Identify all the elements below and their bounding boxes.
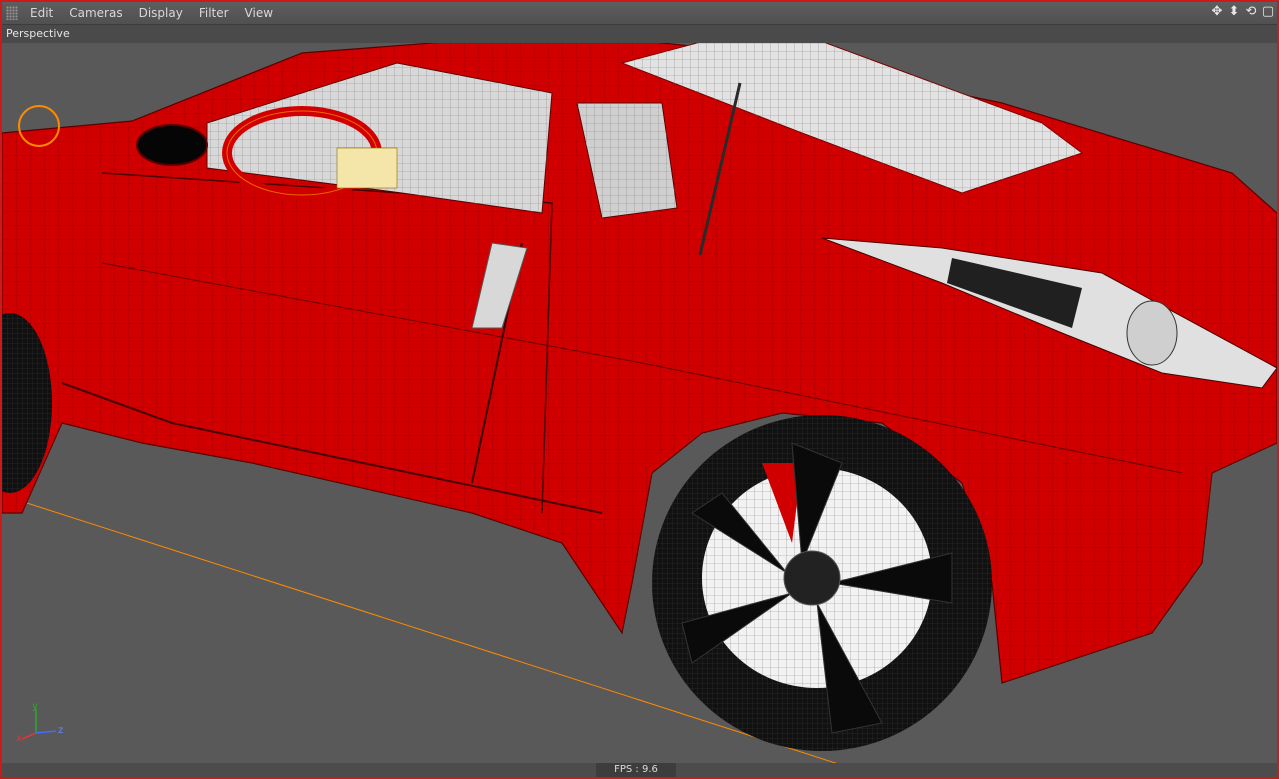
panel-grip-icon[interactable] — [6, 6, 18, 20]
menu-edit[interactable]: Edit — [22, 2, 61, 24]
axis-gizmo: y z x — [16, 701, 63, 741]
axis-y-label: y — [32, 701, 38, 712]
side-mirror — [136, 124, 208, 166]
viewport-statusbar: FPS : 9.6 — [2, 763, 1277, 777]
light-gizmo-icon[interactable] — [18, 105, 60, 147]
dolly-icon[interactable]: ⬍ — [1227, 5, 1241, 19]
viewport-window: Edit Cameras Display Filter View ✥ ⬍ ⟲ ▢… — [0, 0, 1279, 779]
navigation-icons: ✥ ⬍ ⟲ ▢ — [1210, 5, 1275, 19]
3d-viewport[interactable]: y z x — [2, 43, 1277, 763]
camera-bar: Perspective — [2, 25, 1277, 43]
menu-cameras[interactable]: Cameras — [61, 2, 130, 24]
camera-label: Perspective — [6, 27, 70, 40]
axis-x-label: x — [16, 733, 22, 741]
car-wireframe-render — [2, 43, 1277, 763]
fps-readout: FPS : 9.6 — [596, 763, 676, 777]
menu-filter[interactable]: Filter — [191, 2, 237, 24]
rotate-icon[interactable]: ⟲ — [1244, 5, 1258, 19]
move-icon[interactable]: ✥ — [1210, 5, 1224, 19]
maximize-icon[interactable]: ▢ — [1261, 5, 1275, 19]
menu-display[interactable]: Display — [131, 2, 191, 24]
axis-z-label: z — [58, 725, 63, 736]
menu-view[interactable]: View — [237, 2, 281, 24]
viewport-menubar: Edit Cameras Display Filter View ✥ ⬍ ⟲ ▢ — [2, 2, 1277, 25]
rear-wheel — [652, 415, 992, 751]
